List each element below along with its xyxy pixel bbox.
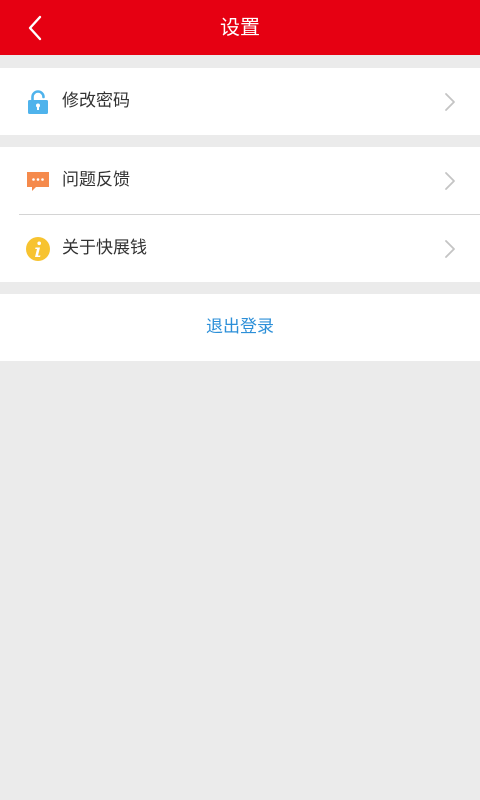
- chevron-right-icon: [445, 171, 455, 190]
- logout-group: 退出登录: [0, 294, 480, 361]
- lock-icon: [28, 89, 48, 114]
- app-header: 设置: [0, 0, 480, 55]
- change-password-label: 修改密码: [62, 91, 130, 111]
- page-title: 设置: [220, 15, 260, 39]
- back-button[interactable]: [0, 0, 70, 55]
- info-icon: [26, 236, 50, 261]
- logout-button[interactable]: 退出登录: [0, 294, 480, 361]
- feedback-icon: [27, 171, 49, 191]
- chevron-right-icon: [445, 92, 455, 111]
- about-item[interactable]: 关于快展钱: [0, 215, 480, 282]
- settings-group-account: 修改密码: [0, 68, 480, 135]
- chevron-right-icon: [445, 239, 455, 258]
- change-password-item[interactable]: 修改密码: [0, 68, 480, 135]
- back-arrow-icon: [28, 15, 42, 40]
- feedback-item[interactable]: 问题反馈: [0, 147, 480, 214]
- settings-group-support: 问题反馈 关于快展钱: [0, 147, 480, 282]
- feedback-label: 问题反馈: [62, 170, 130, 190]
- about-label: 关于快展钱: [62, 238, 147, 258]
